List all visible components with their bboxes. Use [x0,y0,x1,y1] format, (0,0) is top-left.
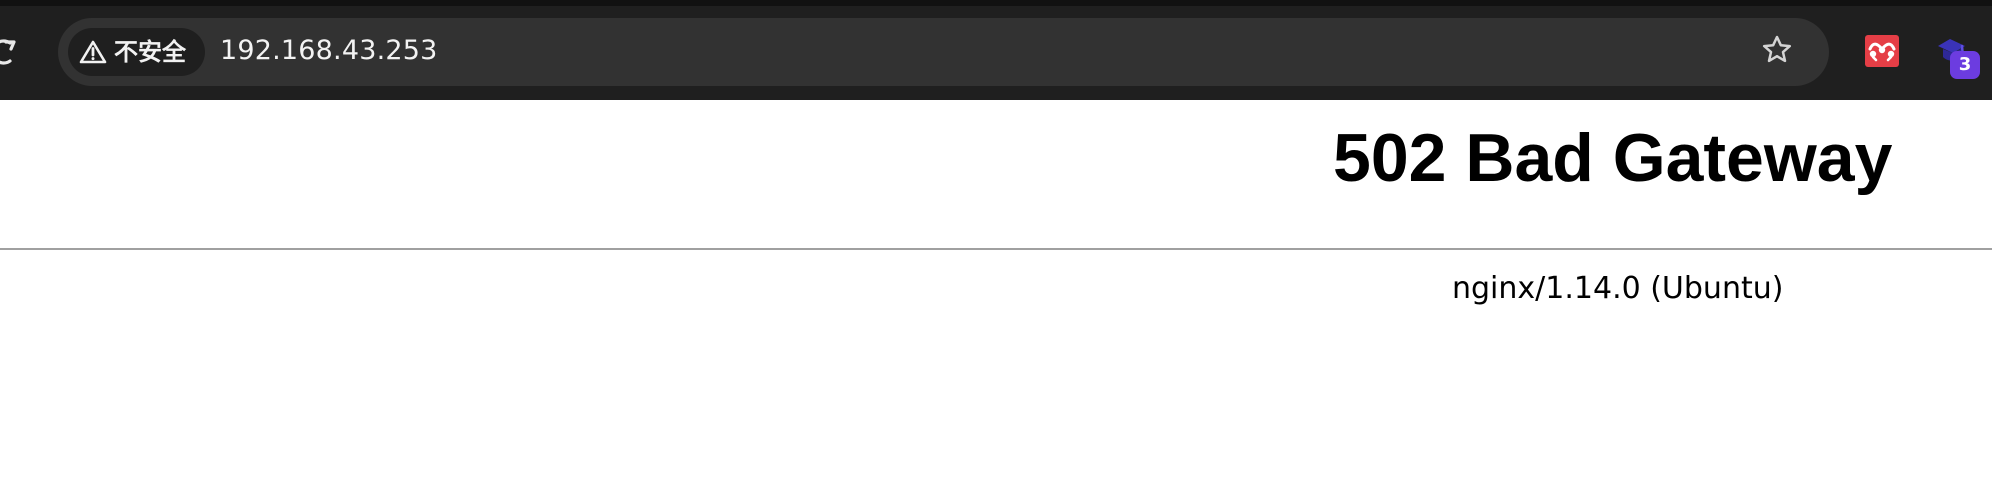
reload-icon[interactable] [0,32,24,72]
page-title: 502 Bad Gateway [1333,120,1893,196]
mendeley-logo-icon [1868,42,1896,62]
url-text[interactable]: 192.168.43.253 [220,33,438,69]
security-status-label: 不安全 [114,38,186,66]
graduation-cap-extension-icon[interactable]: 3 [1930,31,1992,85]
warning-icon [78,38,108,66]
browser-toolbar: 不安全 192.168.43.253 3 [0,0,1992,100]
horizontal-rule [0,248,1992,250]
server-version-text: nginx/1.14.0 (Ubuntu) [1452,271,1784,306]
star-icon[interactable] [1760,33,1794,67]
site-security-chip[interactable]: 不安全 [68,28,205,76]
error-page: 502 Bad Gateway nginx/1.14.0 (Ubuntu) [0,100,1992,486]
extension-badge: 3 [1950,51,1980,79]
tab-strip-edge [0,0,1992,6]
address-bar[interactable]: 不安全 192.168.43.253 [58,18,1829,86]
reload-icon-graphic [0,39,16,65]
mendeley-extension-icon[interactable] [1865,35,1899,67]
